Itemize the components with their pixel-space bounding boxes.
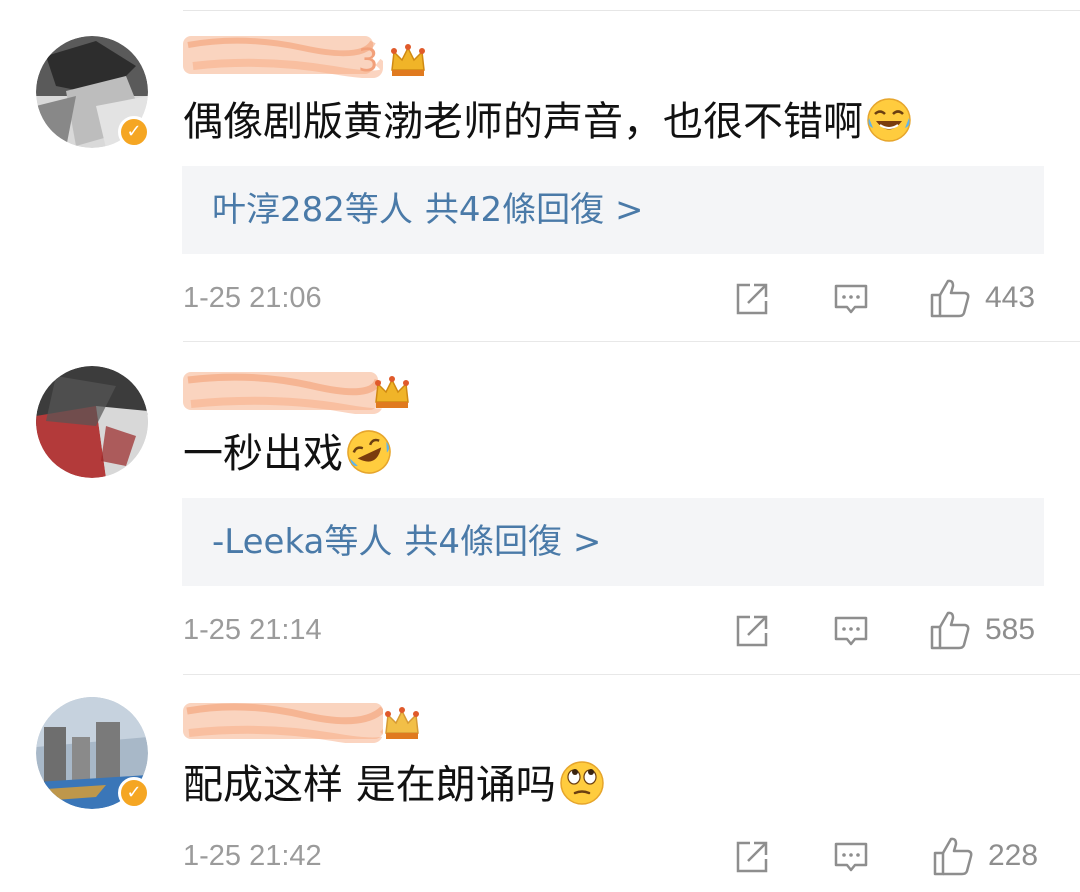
comment-text-content: 一秒出戏 — [183, 431, 343, 477]
thumbs-up-icon[interactable] — [929, 277, 971, 319]
comment-icon[interactable] — [833, 839, 869, 875]
like-count: 585 — [985, 613, 1036, 646]
like-button[interactable]: 228 — [932, 831, 1052, 881]
like-count: 228 — [988, 839, 1039, 872]
share-icon[interactable] — [734, 613, 770, 649]
reply-summary-text: 叶淳282等人 共42條回復 > — [212, 166, 643, 254]
like-count: 443 — [985, 281, 1036, 314]
username-blurred[interactable] — [183, 695, 383, 743]
comment-icon[interactable] — [833, 613, 869, 649]
reply-summary-text: -Leeka等人 共4條回復 > — [212, 498, 601, 586]
reply-count[interactable]: 共4條回復 > — [404, 522, 601, 562]
like-button[interactable]: 585 — [929, 605, 1049, 655]
comment-text: 一秒出戏 — [183, 428, 393, 480]
comment-text-content: 配成这样 是在朗诵吗 — [183, 762, 556, 808]
reply-users[interactable]: 叶淳282等人 — [212, 190, 413, 230]
eye-roll-emoji — [559, 761, 604, 805]
comment-item-1: ✓ 3 偶像剧版黄渤老师的声音，也很不错啊 叶淳282等人 共42條回復 > 1-… — [0, 0, 1080, 342]
timestamp: 1-25 21:06 — [183, 282, 322, 314]
verified-badge-icon: ✓ — [118, 777, 150, 809]
timestamp: 1-25 21:42 — [183, 840, 322, 872]
laughing-tears-emoji — [867, 98, 911, 142]
crown-badge-icon — [385, 707, 419, 739]
timestamp: 1-25 21:14 — [183, 614, 322, 646]
username-blurred[interactable] — [183, 366, 383, 414]
comment-text: 偶像剧版黄渤老师的声音，也很不错啊 — [183, 96, 913, 148]
comment-text: 配成这样 是在朗诵吗 — [183, 759, 606, 811]
reply-count[interactable]: 共42條回復 > — [425, 190, 644, 230]
comment-icon[interactable] — [833, 281, 869, 317]
comment-meta-row: 1-25 21:14 585 — [0, 605, 1080, 655]
avatar[interactable] — [36, 366, 148, 478]
reply-summary[interactable]: 叶淳282等人 共42條回復 > — [182, 166, 1044, 254]
comment-item-2: 一秒出戏 -Leeka等人 共4條回復 > 1-25 21:14 585 — [0, 342, 1080, 675]
thumbs-up-icon[interactable] — [929, 609, 971, 651]
avatar-image — [36, 366, 148, 478]
comment-text-content: 偶像剧版黄渤老师的声音，也很不错啊 — [183, 99, 863, 145]
thumbs-up-icon[interactable] — [932, 835, 974, 877]
verified-badge-icon: ✓ — [118, 116, 150, 148]
reply-users[interactable]: -Leeka等人 — [212, 522, 392, 562]
rolling-laughing-emoji — [347, 430, 391, 474]
comment-meta-row: 1-25 21:06 443 — [0, 273, 1080, 323]
comment-meta-row: 1-25 21:42 228 — [0, 831, 1080, 881]
share-icon[interactable] — [734, 281, 770, 317]
share-icon[interactable] — [734, 839, 770, 875]
reply-summary[interactable]: -Leeka等人 共4條回復 > — [182, 498, 1044, 586]
avatar[interactable]: ✓ — [36, 36, 150, 148]
username-blurred[interactable] — [183, 30, 383, 78]
like-button[interactable]: 443 — [929, 273, 1049, 323]
username-tail: 3 — [358, 41, 379, 79]
crown-badge-icon — [375, 376, 409, 408]
comment-item-3: ✓ 配成这样 是在朗诵吗 1-25 21:42 228 — [0, 675, 1080, 892]
crown-badge-icon — [391, 44, 425, 76]
avatar[interactable]: ✓ — [36, 697, 150, 809]
